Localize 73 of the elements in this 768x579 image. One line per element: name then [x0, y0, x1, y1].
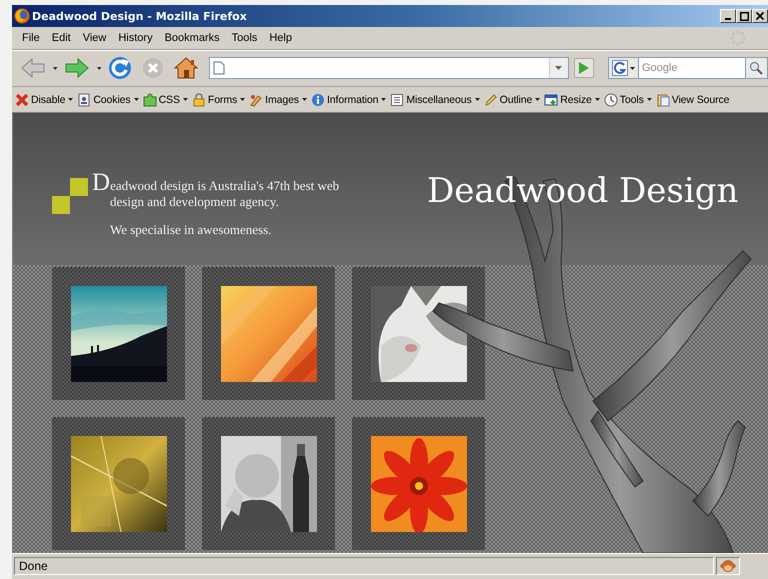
caret-icon[interactable] — [555, 66, 562, 70]
search-engine-icon — [612, 60, 628, 76]
minimize-button[interactable] — [720, 9, 736, 23]
clock-icon — [604, 92, 618, 106]
menu-item[interactable]: Bookmarks — [158, 30, 226, 46]
caret-icon — [474, 98, 480, 101]
home-icon — [173, 56, 200, 80]
caret-icon — [646, 98, 652, 101]
toolbar-menu[interactable]: Tools — [620, 94, 653, 106]
caret-icon — [68, 98, 74, 101]
caret-icon — [535, 98, 540, 101]
caret-icon — [53, 66, 58, 70]
minimize-icon — [725, 18, 731, 20]
menu-item[interactable]: Tools — [226, 30, 264, 46]
pencil-icon — [484, 92, 498, 106]
back-icon — [20, 56, 46, 80]
intro-text: Deadwood design is Australia's 47th best web design and development agency. — [92, 175, 340, 210]
maximize-icon — [740, 12, 748, 20]
toolbar-menu[interactable]: Forms — [208, 94, 246, 106]
toolbar-menu[interactable]: Images — [265, 94, 308, 106]
caret-icon — [381, 98, 386, 101]
browser-logo-icon — [14, 8, 30, 24]
lock-icon — [192, 92, 206, 106]
address-field[interactable] — [209, 57, 569, 79]
toolbar-menu[interactable]: Information — [326, 94, 388, 106]
stop-icon — [141, 56, 166, 80]
toolbar-menu[interactable]: CSS — [158, 94, 189, 106]
clipboard-icon — [656, 92, 670, 106]
toolbar-menu[interactable]: Miscellaneous — [406, 94, 481, 106]
close-icon — [756, 12, 764, 20]
toolbar-menu[interactable]: Outline — [500, 94, 542, 106]
search-button[interactable] — [746, 57, 768, 79]
info-icon — [310, 92, 325, 106]
window-icon — [544, 92, 558, 106]
head-icon[interactable] — [720, 558, 736, 574]
gallery-tile[interactable] — [202, 417, 335, 550]
menu-item[interactable]: Help — [263, 30, 298, 46]
caret-icon — [240, 98, 246, 101]
play-icon — [578, 61, 590, 75]
search-engine-button[interactable] — [608, 57, 639, 79]
logo-square — [70, 178, 88, 196]
maximize-button[interactable] — [736, 9, 752, 23]
brush-icon — [249, 92, 264, 106]
document-icon — [77, 92, 92, 106]
logo-square — [52, 196, 70, 214]
list-icon — [390, 92, 404, 106]
status-text: Done — [14, 557, 714, 575]
toolbar-menu[interactable]: Disable — [31, 94, 74, 106]
gallery-tile[interactable] — [52, 267, 185, 400]
caret-icon — [182, 98, 188, 101]
reload-icon — [107, 55, 134, 81]
menu-item[interactable]: View — [76, 30, 112, 46]
menu-item[interactable]: File — [16, 30, 46, 46]
cross-icon — [15, 92, 29, 106]
caret-icon — [134, 98, 139, 101]
gallery-tile[interactable] — [52, 417, 185, 550]
gallery-tile[interactable] — [202, 267, 335, 400]
forward-icon — [64, 56, 90, 80]
menu-item[interactable]: Edit — [46, 30, 77, 46]
toolbar-menu[interactable]: Cookies — [93, 94, 140, 106]
caret-icon — [630, 66, 635, 70]
caret-icon — [302, 98, 307, 101]
page-icon — [213, 61, 226, 75]
toolbar-menu[interactable]: View Source — [672, 94, 730, 106]
search-icon — [749, 61, 764, 75]
caret-icon — [594, 98, 600, 101]
window-title: Deadwood Design - Mozilla Firefox — [32, 10, 248, 22]
close-button[interactable] — [752, 9, 768, 23]
toolbar-menu[interactable]: Resize — [560, 94, 601, 106]
caret-icon — [96, 66, 102, 70]
tagline: We specialise in awesomeness. — [109, 222, 272, 238]
menu-item[interactable]: History — [112, 30, 159, 46]
puzzle-icon — [142, 92, 157, 106]
